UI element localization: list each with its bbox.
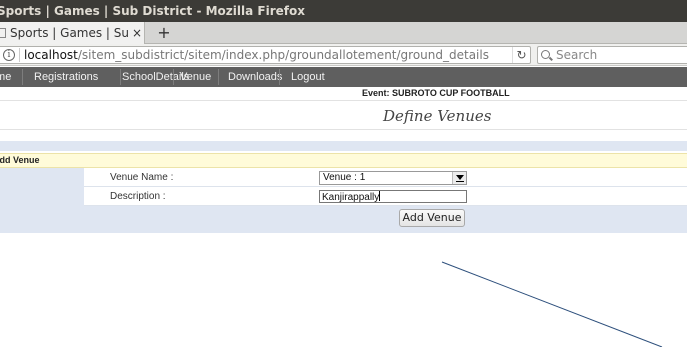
venue-select-value: Venue : 1: [323, 172, 366, 183]
venue-name-label: Venue Name :: [110, 172, 174, 183]
menu-item-logout[interactable]: Logout: [291, 67, 325, 87]
url-bar[interactable]: i localhost/sitem_subdistrict/sitem/inde…: [0, 46, 531, 64]
search-placeholder: Search: [556, 48, 598, 62]
menu-item-registrations[interactable]: Registrations: [34, 67, 98, 87]
browser-tab[interactable]: Sports | Games | Sub District ×: [0, 22, 145, 44]
page-icon: [0, 28, 6, 38]
tab-strip: Sports | Games | Sub District × +: [0, 22, 687, 44]
event-title: Event: SUBROTO CUP FOOTBALL: [362, 88, 510, 98]
description-label: Description :: [110, 191, 166, 202]
new-tab-button[interactable]: +: [153, 22, 175, 44]
info-icon[interactable]: i: [3, 49, 15, 61]
add-venue-button[interactable]: Add Venue: [399, 209, 465, 227]
url-path: /sitem_subdistrict/sitem/index.php/groun…: [77, 48, 489, 62]
url-separator: [19, 48, 20, 62]
description-input[interactable]: Kanjirappally: [319, 190, 467, 203]
menu-item-downloads[interactable]: Downloads: [228, 67, 282, 87]
search-icon: [541, 49, 550, 59]
search-bar[interactable]: Search: [537, 46, 687, 64]
menu-divider: [279, 69, 280, 85]
text-caret: [379, 191, 381, 201]
close-tab-icon[interactable]: ×: [130, 26, 144, 40]
spacer-band: [0, 141, 687, 151]
window-title: Sports | Games | Sub District - Mozilla …: [0, 4, 305, 18]
menu-divider: [173, 69, 174, 85]
window-titlebar: Sports | Games | Sub District - Mozilla …: [0, 0, 687, 22]
navigation-toolbar: i localhost/sitem_subdistrict/sitem/inde…: [0, 44, 687, 66]
form-left-column: [0, 168, 84, 233]
description-value: Kanjirappally: [322, 192, 380, 203]
form-row-actions: [84, 206, 687, 233]
menu-item-home[interactable]: Home: [0, 67, 11, 87]
annotation-stroke: [441, 261, 663, 347]
site-menu-bar: Home Registrations SchoolDetails Venue D…: [0, 67, 687, 87]
heading-band: Define Venues: [0, 100, 687, 130]
section-header-label: Add Venue: [0, 155, 40, 165]
dropdown-arrow-icon[interactable]: [452, 172, 466, 184]
url-host: localhost: [24, 48, 78, 62]
tab-title: Sports | Games | Sub District: [10, 26, 130, 40]
venue-name-select[interactable]: Venue : 1: [319, 171, 467, 185]
page-heading: Define Venues: [383, 107, 492, 125]
menu-item-venue[interactable]: Venue: [180, 67, 211, 87]
menu-divider: [218, 69, 219, 85]
menu-divider: [22, 69, 23, 85]
reload-icon[interactable]: ↻: [512, 47, 530, 63]
section-header: Add Venue: [0, 153, 687, 168]
menu-divider: [120, 69, 121, 85]
